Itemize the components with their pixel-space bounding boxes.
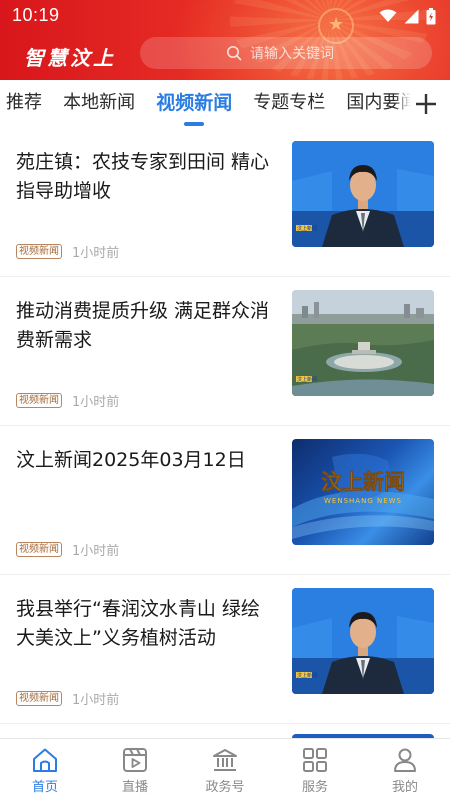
news-meta: 视频新闻 1小时前: [16, 391, 119, 410]
signal-icon: [404, 9, 419, 23]
news-program-title-image: 汶上新闻 WENSHANG NEWS: [292, 453, 434, 539]
nav-label: 我的: [391, 780, 418, 795]
news-tag: 视频新闻: [16, 393, 62, 408]
user-icon: [394, 748, 416, 772]
news-thumbnail: 汶上新闻: [292, 588, 434, 694]
news-time: 1小时前: [72, 544, 120, 559]
news-item[interactable]: 汶上新闻2025年03月12日 视频新闻 1小时前 汶上新闻 WENSHANG …: [0, 426, 450, 575]
news-list: 苑庄镇：农技专家到田间 精心指导助增收 视频新闻 1小时前 汶上新闻 推动消费提…: [0, 128, 450, 740]
news-time: 1小时前: [72, 693, 120, 708]
thumb-program-title: 汶上新闻: [321, 470, 405, 494]
news-meta: 视频新闻 1小时前: [16, 540, 119, 559]
status-bar: 10:19: [0, 0, 450, 32]
live-video-icon: [123, 748, 147, 772]
add-tab-icon[interactable]: [414, 92, 438, 116]
news-tag: 视频新闻: [16, 542, 62, 557]
thumb-badge: 汶上新闻: [297, 225, 317, 232]
grid-services-icon: [303, 748, 327, 772]
nav-label: 政务号: [205, 780, 245, 795]
nav-label: 首页: [31, 780, 58, 795]
tab-video-news[interactable]: 视频新闻: [156, 80, 232, 128]
wifi-icon: [379, 9, 397, 22]
news-anchor-image: 汶上新闻: [292, 141, 434, 247]
news-time: 1小时前: [72, 246, 120, 261]
nav-services[interactable]: 服务: [270, 739, 360, 800]
nav-profile[interactable]: 我的: [360, 739, 450, 800]
search-input[interactable]: 请输入关键词: [140, 37, 432, 69]
news-title: 推动消费提质升级 满足群众消费新需求: [16, 300, 270, 351]
tab-local-news[interactable]: 本地新闻: [63, 80, 135, 128]
thumb-badge: 汶上新闻: [297, 672, 317, 679]
news-tag: 视频新闻: [16, 691, 62, 706]
app-logo: 智慧汶上: [24, 46, 116, 70]
news-item[interactable]: 我县举行“春润汶水青山 绿绘大美汶上”义务植树活动 视频新闻 1小时前 汶上新闻: [0, 575, 450, 724]
news-meta: 视频新闻 1小时前: [16, 689, 119, 708]
government-building-icon: [213, 749, 237, 771]
news-title: 汶上新闻2025年03月12日: [16, 449, 246, 471]
news-thumbnail: 汶上新闻: [292, 290, 434, 396]
nav-label: 直播: [121, 780, 148, 795]
news-thumbnail: 汶上新闻: [292, 141, 434, 247]
news-meta: 视频新闻 1小时前: [16, 242, 119, 261]
nav-label: 服务: [301, 780, 328, 795]
nav-home[interactable]: 首页: [0, 739, 90, 800]
news-time: 1小时前: [72, 395, 120, 410]
category-tabs: 推荐 本地新闻 视频新闻 专题专栏 国内要闻: [0, 80, 450, 128]
news-tag: 视频新闻: [16, 244, 62, 259]
battery-icon: [426, 7, 436, 24]
search-icon: [227, 46, 242, 61]
news-item[interactable]: 推动消费提质升级 满足群众消费新需求 视频新闻 1小时前 汶上新闻: [0, 277, 450, 426]
nav-government[interactable]: 政务号: [180, 739, 270, 800]
news-title: 苑庄镇：农技专家到田间 精心指导助增收: [16, 151, 270, 202]
news-thumbnail: 汶上新闻 WENSHANG NEWS: [292, 439, 434, 545]
tab-special-column[interactable]: 专题专栏: [253, 80, 325, 128]
search-placeholder: 请输入关键词: [250, 46, 334, 62]
tab-recommend[interactable]: 推荐: [6, 80, 42, 128]
status-icons: [379, 7, 436, 25]
bottom-nav: 首页 直播 政务号 服务 我的: [0, 738, 450, 800]
news-anchor-image: 汶上新闻: [292, 588, 434, 694]
top-header: ★ 10:19 智慧汶上 请输入关键词: [0, 0, 450, 80]
news-title: 我县举行“春润汶水青山 绿绘大美汶上”义务植树活动: [16, 598, 260, 649]
thumb-program-subtitle: WENSHANG NEWS: [324, 497, 402, 505]
news-item[interactable]: 苑庄镇：农技专家到田间 精心指导助增收 视频新闻 1小时前 汶上新闻: [0, 128, 450, 277]
status-time: 10:19: [12, 5, 60, 25]
news-item-partial[interactable]: [0, 724, 450, 740]
news-aerial-image: 汶上新闻: [292, 290, 434, 396]
thumb-badge: 汶上新闻: [297, 376, 317, 383]
nav-live[interactable]: 直播: [90, 739, 180, 800]
home-icon: [33, 748, 57, 772]
